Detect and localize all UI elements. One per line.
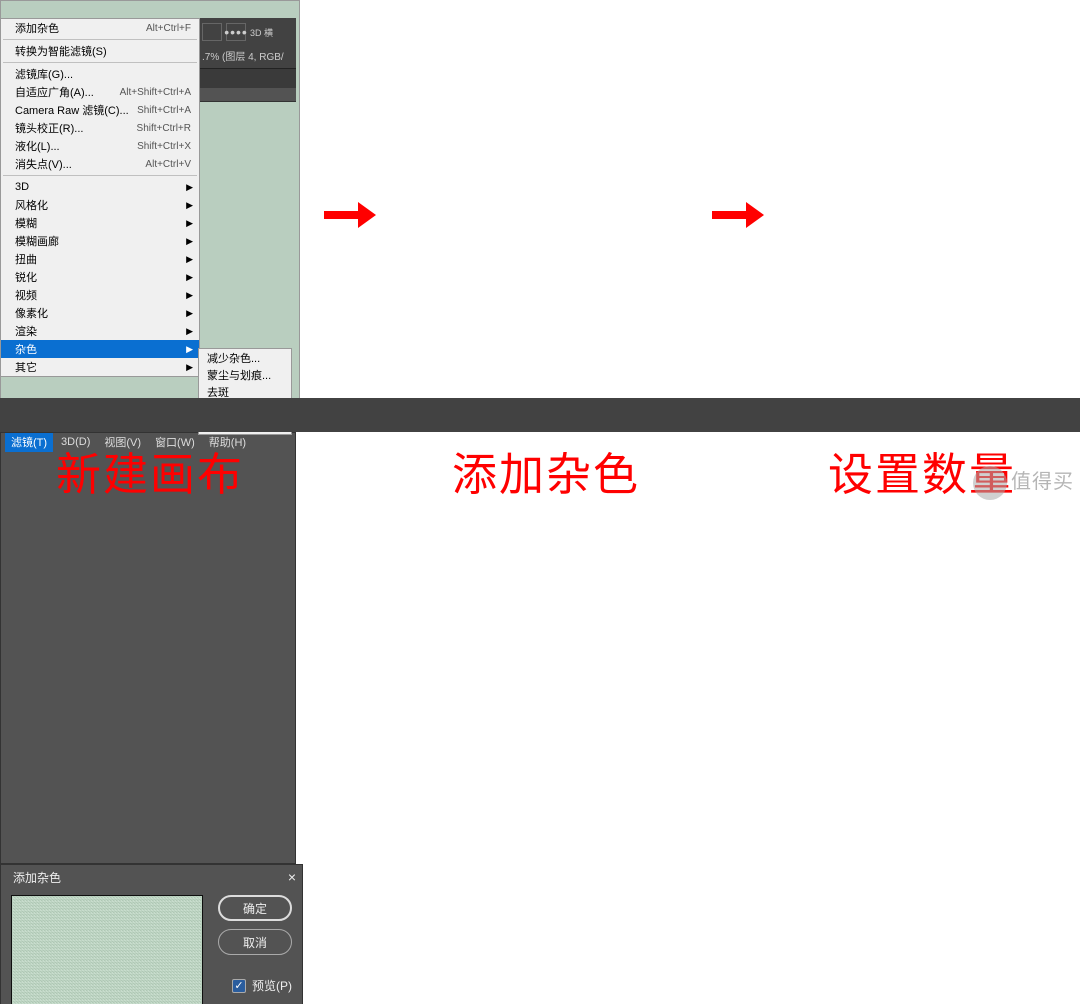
caption-step2: 添加杂色 (452, 438, 640, 503)
submenu-median[interactable]: 中间值... (199, 432, 291, 434)
noise-submenu: 减少杂色... 蒙尘与划痕... 去斑 添加杂色... 中间值... (198, 432, 292, 435)
ok-button[interactable]: 确定 (218, 895, 292, 921)
dialog-title: 添加杂色 (13, 869, 61, 886)
cancel-button[interactable]: 取消 (218, 929, 292, 955)
dialog-titlebar: 添加杂色 × (1, 865, 302, 889)
close-icon[interactable]: × (288, 869, 296, 885)
preview-checkbox-row[interactable]: ✓ 预览(P) (232, 977, 292, 994)
checkbox-icon[interactable]: ✓ (232, 979, 246, 993)
caption-step1: 新建画布 (56, 438, 244, 503)
arrow-icon (324, 200, 376, 230)
arrow-icon (712, 200, 764, 230)
noise-preview (11, 895, 203, 1004)
preview-label: 预览(P) (252, 977, 292, 994)
watermark: 值得买 (900, 465, 1080, 502)
menu-filter[interactable]: 滤镜(T) (5, 432, 53, 452)
watermark-text: 值得买 (1011, 471, 1074, 493)
watermark-logo-icon (973, 466, 1007, 500)
add-noise-dialog: 添加杂色 × 确定 取消 ✓ 预览(P) ⊖ 100% ⊕ 数量(A): % 分… (0, 864, 303, 1004)
